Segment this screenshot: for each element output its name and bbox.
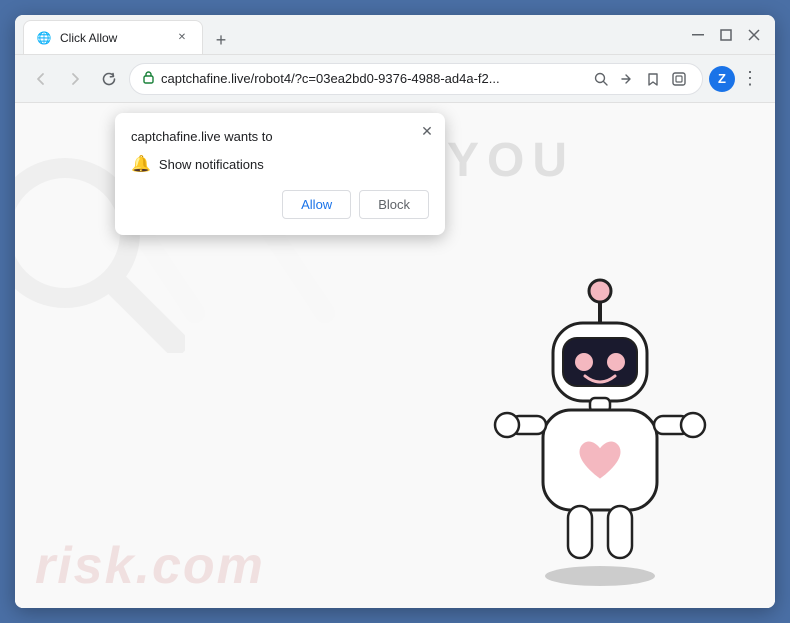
share-icon[interactable] bbox=[616, 68, 638, 90]
popup-title: captchafine.live wants to bbox=[131, 129, 429, 144]
reload-button[interactable] bbox=[95, 65, 123, 93]
url-text: captchafine.live/robot4/?c=03ea2bd0-9376… bbox=[161, 71, 584, 86]
robot-illustration bbox=[485, 268, 715, 588]
extension-icon[interactable] bbox=[668, 68, 690, 90]
url-icons bbox=[590, 68, 690, 90]
page-background: YOU risk.com bbox=[15, 103, 775, 608]
permission-text: Show notifications bbox=[159, 157, 264, 172]
new-tab-button[interactable]: + bbox=[207, 26, 235, 54]
popup-close-button[interactable]: ✕ bbox=[417, 121, 437, 141]
popup-permission: 🔔 Show notifications bbox=[131, 154, 429, 174]
minimize-button[interactable] bbox=[685, 22, 711, 48]
search-icon[interactable] bbox=[590, 68, 612, 90]
url-field[interactable]: captchafine.live/robot4/?c=03ea2bd0-9376… bbox=[129, 63, 703, 95]
tab-title: Click Allow bbox=[60, 31, 166, 45]
notification-popup: ✕ captchafine.live wants to 🔔 Show notif… bbox=[115, 113, 445, 235]
page-content: YOU risk.com bbox=[15, 103, 775, 608]
watermark-brand: risk.com bbox=[35, 536, 265, 596]
lock-icon bbox=[142, 70, 155, 87]
address-bar: captchafine.live/robot4/?c=03ea2bd0-9376… bbox=[15, 55, 775, 103]
active-tab[interactable]: 🌐 Click Allow ✕ bbox=[23, 20, 203, 54]
tab-bar: 🌐 Click Allow ✕ + bbox=[23, 15, 677, 54]
address-right-icons: Z ⋮ bbox=[709, 66, 763, 92]
maximize-button[interactable] bbox=[713, 22, 739, 48]
tab-favicon: 🌐 bbox=[36, 30, 52, 46]
title-bar: 🌐 Click Allow ✕ + bbox=[15, 15, 775, 55]
you-text: YOU bbox=[447, 133, 575, 188]
bookmark-icon[interactable] bbox=[642, 68, 664, 90]
menu-button[interactable]: ⋮ bbox=[737, 66, 763, 92]
allow-button[interactable]: Allow bbox=[282, 190, 351, 219]
profile-button[interactable]: Z bbox=[709, 66, 735, 92]
browser-window: 🌐 Click Allow ✕ + bbox=[15, 15, 775, 608]
close-button[interactable] bbox=[741, 22, 767, 48]
tab-close-button[interactable]: ✕ bbox=[174, 30, 190, 46]
window-controls bbox=[685, 22, 767, 48]
block-button[interactable]: Block bbox=[359, 190, 429, 219]
bell-icon: 🔔 bbox=[131, 154, 151, 174]
back-button[interactable] bbox=[27, 65, 55, 93]
forward-button[interactable] bbox=[61, 65, 89, 93]
popup-buttons: Allow Block bbox=[131, 190, 429, 219]
